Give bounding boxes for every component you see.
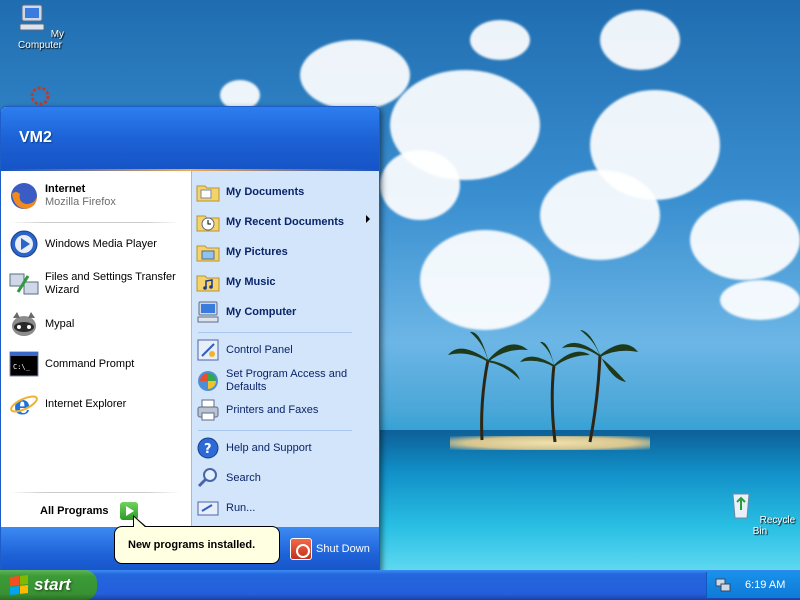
program-item-label: Files and Settings Transfer Wizard (45, 271, 176, 296)
program-item-label: Mypal (45, 317, 75, 330)
svg-text:?: ? (204, 442, 212, 457)
separator (10, 492, 180, 493)
clock[interactable]: 6:19 AM (745, 579, 785, 591)
all-programs-label: All Programs (40, 505, 109, 517)
settings-item-program-access-defaults[interactable]: Set Program Access and Defaults (196, 368, 376, 394)
svg-text:C:\_: C:\_ (13, 363, 31, 371)
place-item-label: My Computer (226, 306, 297, 318)
svg-text:e: e (14, 391, 31, 420)
place-item-label: My Music (226, 276, 276, 288)
start-button[interactable]: start (0, 570, 97, 600)
taskbar (0, 570, 800, 600)
balloon-text: New programs installed. (128, 539, 256, 551)
program-item-label: Command Prompt (45, 357, 135, 370)
cloud (540, 170, 660, 260)
program-item-label: Windows Media Player (45, 237, 157, 250)
power-icon (290, 538, 312, 560)
internet-explorer-icon: e (10, 391, 38, 420)
pinned-item-internet[interactable]: Internet Mozilla Firefox (8, 180, 188, 212)
tool-item-help-support[interactable]: ? Help and Support (196, 436, 376, 460)
pinned-item-title: Internet (45, 183, 86, 195)
printer-icon (197, 399, 219, 421)
recent-documents-icon (196, 215, 220, 232)
red-gear-icon (30, 86, 50, 106)
firefox-icon (11, 183, 37, 209)
notification-balloon[interactable]: New programs installed. (114, 515, 280, 564)
program-item-windows-media-player[interactable]: Windows Media Player (8, 228, 188, 260)
shutdown-button[interactable]: Shut Down (290, 538, 370, 560)
place-item-my-recent-documents[interactable]: My Recent Documents (196, 210, 376, 234)
desktop-icon-my-computer[interactable]: My Computer (0, 2, 80, 51)
cloud (720, 280, 800, 320)
desktop-icon-label: Recycle Bin (752, 515, 796, 537)
my-computer-icon (19, 4, 45, 31)
help-icon: ? (197, 437, 219, 459)
folder-icon (196, 185, 220, 202)
desktop-icon-recycle-bin[interactable]: Recycle Bin (720, 488, 800, 537)
program-item-files-settings-transfer-wizard[interactable]: Files and Settings Transfer Wizard (8, 268, 188, 300)
cloud (380, 150, 460, 220)
cloud (420, 230, 550, 330)
tool-item-label: Run... (226, 502, 256, 514)
settings-item-printers-faxes[interactable]: Printers and Faxes (196, 398, 376, 422)
place-item-my-computer[interactable]: My Computer (196, 300, 376, 324)
all-programs-button[interactable]: All Programs (40, 502, 139, 520)
music-folder-icon (196, 275, 220, 292)
place-item-label: My Pictures (226, 246, 288, 258)
search-icon (197, 468, 217, 488)
tool-item-label: Search (226, 472, 261, 484)
place-item-my-documents[interactable]: My Documents (196, 180, 376, 204)
palm-trees (448, 330, 638, 443)
pinned-item-subtitle: Mozilla Firefox (45, 196, 116, 208)
tool-item-label: Help and Support (226, 442, 312, 454)
cloud (300, 40, 410, 110)
windows-logo-icon (10, 575, 28, 595)
shutdown-label: Shut Down (316, 543, 370, 555)
settings-item-label: Printers and Faxes (226, 404, 319, 416)
separator (198, 332, 352, 333)
submenu-arrow-icon (366, 215, 370, 223)
control-panel-icon (197, 339, 219, 361)
start-menu-header: VM2 (1, 107, 379, 171)
my-computer-icon (197, 301, 219, 323)
command-prompt-icon: C:\_ (9, 351, 39, 377)
cloud (690, 200, 800, 280)
cloud (600, 10, 680, 70)
place-item-my-pictures[interactable]: My Pictures (196, 240, 376, 264)
program-item-internet-explorer[interactable]: e Internet Explorer (8, 388, 188, 420)
run-icon (197, 501, 219, 516)
pictures-folder-icon (196, 245, 220, 262)
separator (198, 430, 352, 431)
settings-item-label: Control Panel (226, 344, 293, 356)
start-label: start (34, 575, 71, 594)
settings-item-control-panel[interactable]: Control Panel (196, 338, 376, 362)
system-tray: 6:19 AM (706, 572, 800, 598)
separator (10, 222, 180, 223)
place-item-label: My Documents (226, 186, 305, 198)
user-name: VM2 (19, 129, 52, 146)
program-defaults-icon (198, 371, 218, 391)
network-icon[interactable] (715, 577, 731, 593)
cloud (470, 20, 530, 60)
tool-item-search[interactable]: Search (196, 466, 376, 490)
tool-item-run[interactable]: Run... (196, 496, 376, 520)
recycle-bin-icon (732, 493, 750, 519)
program-item-command-prompt[interactable]: C:\_ Command Prompt (8, 348, 188, 380)
mypal-icon (12, 312, 36, 336)
program-item-label: Internet Explorer (45, 397, 127, 410)
program-item-mypal[interactable]: Mypal (8, 308, 188, 340)
place-item-my-music[interactable]: My Music (196, 270, 376, 294)
place-item-label: My Recent Documents (226, 216, 344, 228)
media-player-icon (10, 230, 38, 258)
settings-item-label: Set Program Access and Defaults (226, 368, 348, 393)
transfer-wizard-icon (9, 273, 39, 295)
